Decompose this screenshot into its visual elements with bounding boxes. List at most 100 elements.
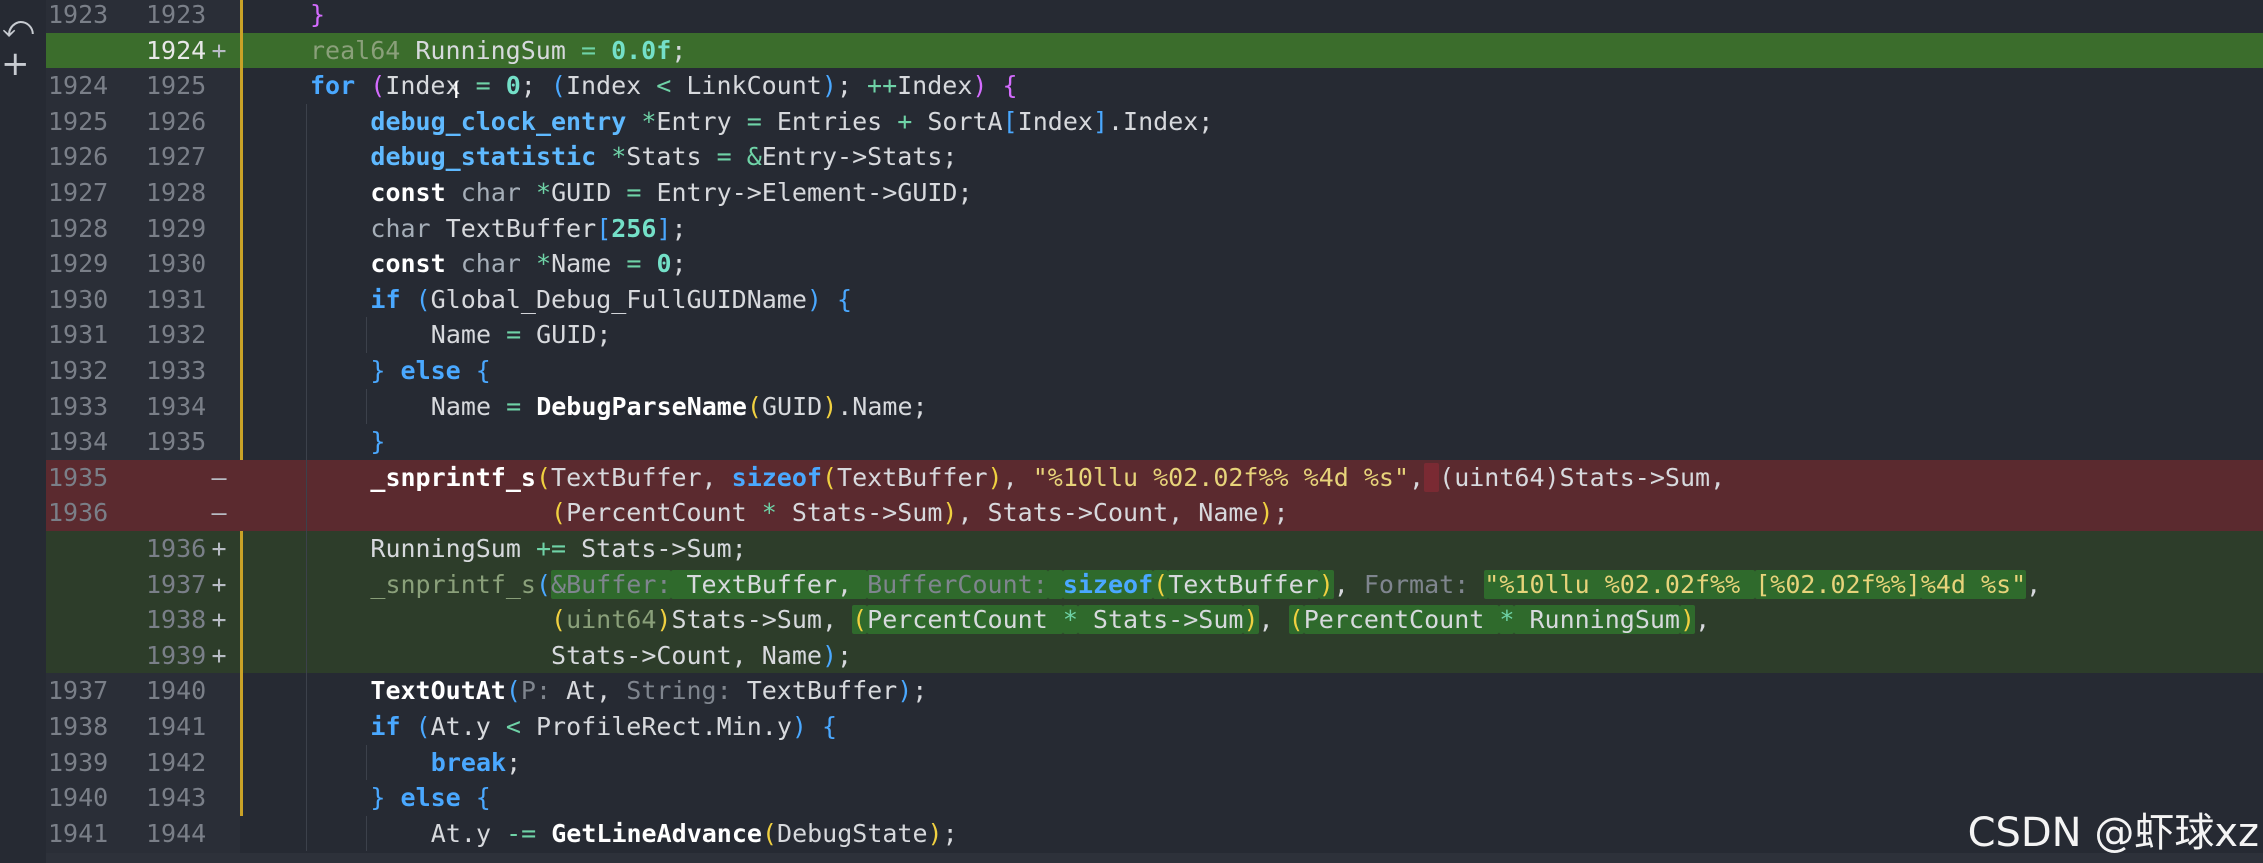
code-text[interactable]: _snprintf_s(&Buffer: TextBuffer, BufferC… [370,567,2041,603]
code-text[interactable]: Name = GUID; [431,317,612,353]
code-text[interactable]: RunningSum += Stats->Sum; [370,531,746,567]
indent-guide [306,459,307,496]
code-text[interactable]: if (Global_Debug_FullGUIDName) { [370,282,852,318]
code-token: P: [520,676,552,706]
code-token: ; [837,640,853,670]
code-line[interactable]: 1939 1942 break; [46,744,2263,781]
code-token: Stats->Sum [1077,605,1244,635]
code-line[interactable]: 1935— _snprintf_s(TextBuffer, sizeof(Text… [46,459,2263,496]
code-text[interactable]: const char *Name = 0; [370,246,686,282]
code-token: < [505,712,521,741]
code-line[interactable]: 1928 1929 char TextBuffer[256]; [46,210,2263,247]
indent-guide [366,744,368,781]
code-line[interactable]: 1931 1932 Name = GUID; [46,317,2263,353]
code-token: .Name; [837,391,928,421]
code-text[interactable]: for (Index = 0; (Index < LinkCount); ++I… [310,68,1018,104]
code-line[interactable]: 1929 1930 const char *Name = 0; [46,246,2263,282]
code-token: * [1062,605,1078,635]
code-token: TextBuffer [837,462,988,492]
code-token: ( [551,605,567,635]
old-line-number: 1931 [48,320,109,350]
added-marker: + [211,569,227,599]
code-text[interactable]: Name = DebugParseName(GUID).Name; [431,389,928,425]
code-line[interactable]: 1927 1928 const char *GUID = Entry->Elemen… [46,175,2263,211]
code-token: DebugState [777,818,928,848]
code-token: , [1258,605,1289,635]
code-token: ; [912,676,928,706]
code-line[interactable]: 1932 1933} else { [46,353,2263,389]
code-token: TextBuffer, [551,462,732,492]
code-token: (uint64)Stats->Sum, [1439,462,1726,492]
code-token: ( [1288,605,1304,635]
code-line[interactable]: 1938 + (uint64)Stats->Sum, (PercentCount … [46,602,2263,638]
code-token: ( [535,569,552,599]
change-indicator [240,246,243,282]
code-text[interactable]: char TextBuffer[256]; [370,211,686,247]
code-token: , [1695,605,1711,635]
code-text[interactable]: const char *GUID = Entry->Element->GUID; [370,175,972,211]
code-line[interactable]: 1940 1943} else { [46,780,2263,816]
code-line[interactable]: 1936 — (PercentCount * Stats->Sum), Stats… [46,495,2263,531]
indent-guide [306,424,307,460]
code-text[interactable]: } else { [370,353,490,389]
code-line[interactable]: 1934 1935} [46,424,2263,460]
code-token: "%10llu %02.02f%% [1484,569,1756,599]
code-line[interactable]: 1925 1926 debug_clock_entry *Entry = Entri… [46,103,2263,140]
code-line[interactable]: 1926 1927 debug_statistic *Stats = &Entry-… [46,139,2263,175]
code-token: "%10llu %02.02f%% %4d %s" [1032,462,1410,492]
code-text[interactable]: } [310,0,325,33]
code-line[interactable]: 1924 + real64 RunningSum = 0.0f; [46,32,2263,69]
code-text[interactable]: (PercentCount * Stats->Sum), Stats->Coun… [370,495,1289,531]
code-line[interactable]: 1924 1925 for (Index = 0; (Index < LinkCou… [46,68,2263,104]
code-text[interactable]: debug_statistic *Stats = &Entry->Stats; [370,139,957,175]
code-line[interactable]: 1937 + _snprintf_s(&Buffer: TextBuffer, Bu… [46,566,2263,603]
code-token [1424,462,1440,492]
code-line[interactable]: 1933 1934 Name = DebugParseName(GUID).Name… [46,388,2263,425]
code-token: Name [430,391,507,421]
code-text[interactable]: if (At.y < ProfileRect.Min.y) { [370,709,837,745]
indent-guide [306,815,307,852]
code-token: DebugParseName [536,391,747,421]
code-text[interactable]: At.y -= GetLineAdvance(DebugState); [431,816,958,852]
plus-icon[interactable]: + [1,44,30,84]
code-line[interactable]: 1938 1941 if (At.y < ProfileRect.Min.y) { [46,709,2263,745]
indent-guide [306,495,307,531]
code-token: Stats->Sum; [566,534,747,563]
indent-guide [306,709,307,745]
code-line[interactable]: 1939 + Stats->Count, Name); [46,637,2263,674]
code-text[interactable]: } else { [370,780,490,816]
horizontal-scrollbar[interactable] [46,853,2263,863]
code-line[interactable]: 1930 1931 if (Global_Debug_FullGUIDName) { [46,281,2263,318]
code-token: const [370,178,446,207]
code-line[interactable]: 1923 1923} [46,0,2263,33]
code-line[interactable]: 1936 + RunningSum += Stats->Sum; [46,531,2263,567]
code-token: At.y [430,818,507,848]
code-token: real64 [310,35,401,65]
code-token: ) [656,605,672,635]
added-marker: + [211,35,227,65]
code-text[interactable]: } [370,424,385,460]
code-token: %4d %s" [1920,569,2027,599]
code-text[interactable]: real64 RunningSum = 0.0f; [310,33,686,69]
code-token: ( [1153,569,1169,599]
code-text[interactable]: break; [431,745,521,781]
code-text[interactable]: TextOutAt(P: At, String: TextBuffer); [370,673,927,709]
code-text[interactable]: debug_clock_entry *Entry = Entries + Sor… [370,104,1213,140]
undo-icon[interactable]: ⤺ [2,10,34,45]
code-token: TextBuffer [1168,569,1319,599]
code-text[interactable]: _snprintf_s(TextBuffer, sizeof(TextBuffe… [370,460,1725,496]
code-text[interactable]: (uint64)Stats->Sum, (PercentCount * Stat… [370,602,1710,638]
indent-guide [306,566,307,603]
code-token: ; [942,818,958,848]
code-text[interactable]: Stats->Count, Name); [370,638,852,674]
old-line-number: 1925 [48,106,109,136]
old-line-number: 1924 [48,71,109,101]
code-line[interactable]: 1941 1944 At.y -= GetLineAdvance(DebugStat… [46,815,2263,852]
code-token: At, [551,676,627,706]
code-line[interactable]: 1937 1940 TextOutAt(P: At, String: TextBuf… [46,673,2263,709]
change-indicator [240,744,243,781]
